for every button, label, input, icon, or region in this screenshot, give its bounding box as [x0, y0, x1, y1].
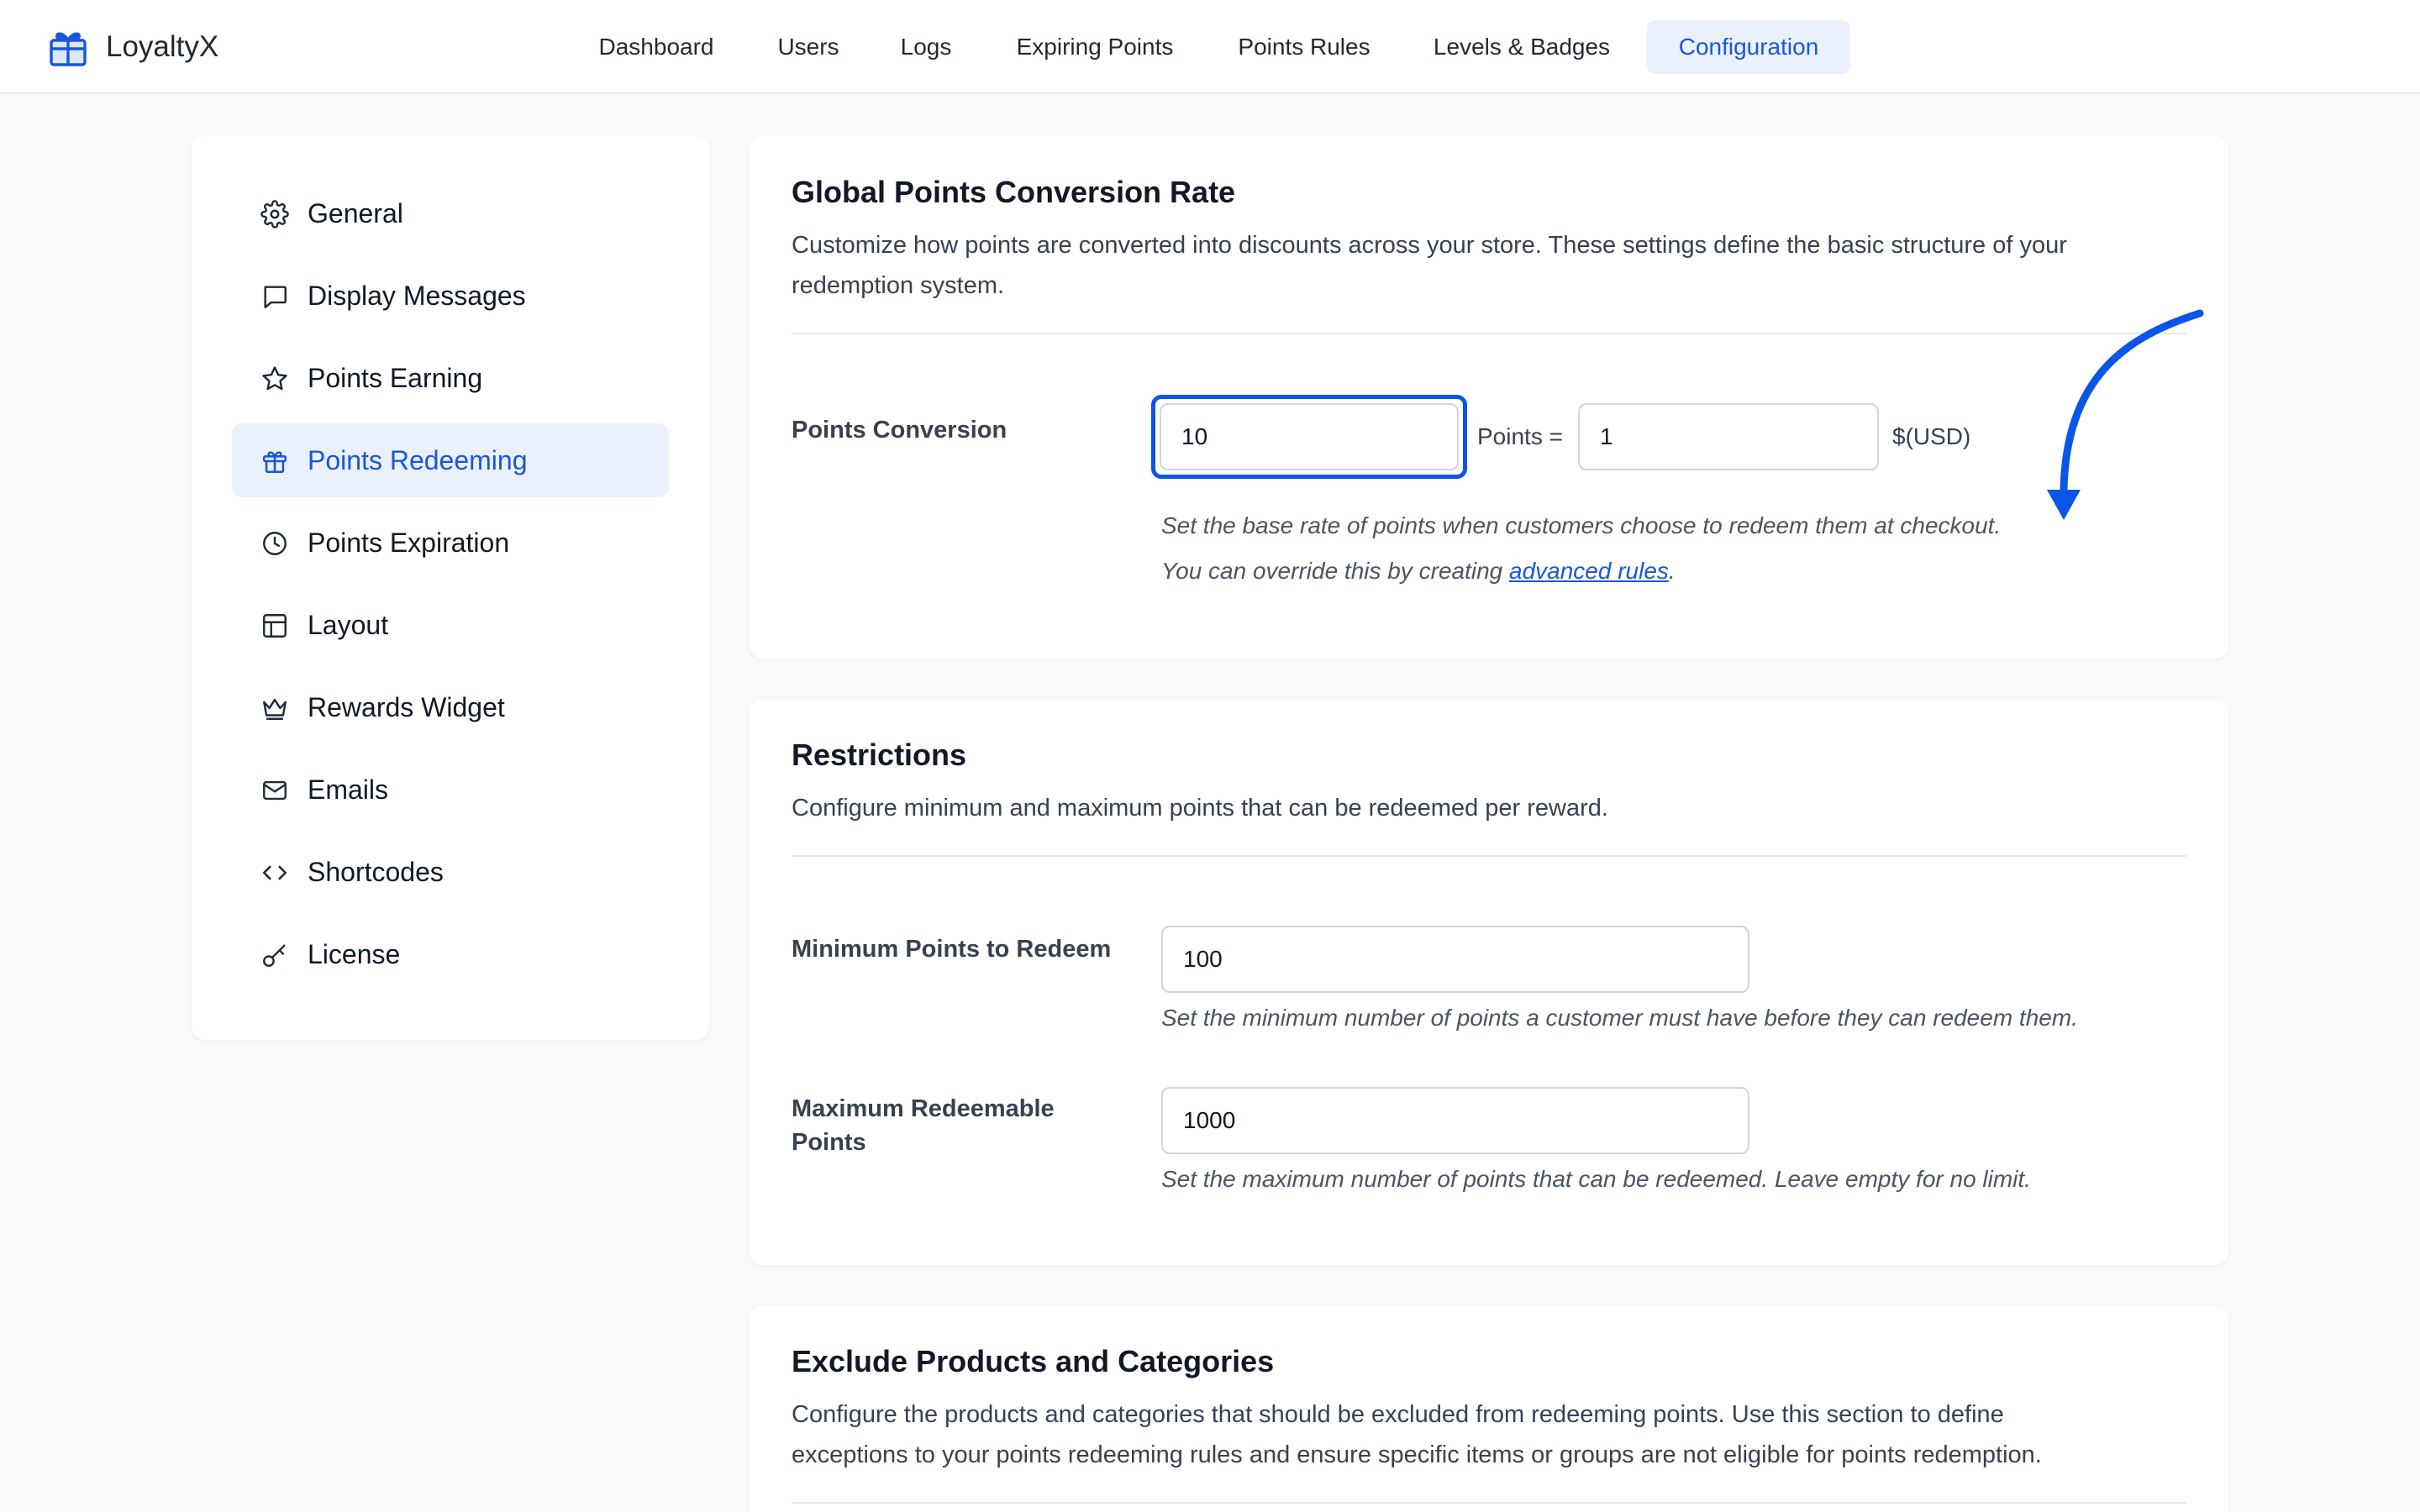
conversion-help-text: Set the base rate of points when custome…	[1161, 512, 2002, 538]
sidebar-item-label: Rewards Widget	[308, 691, 505, 722]
conversion-rate-card: Global Points Conversion Rate Customize …	[750, 136, 2228, 659]
nav-logs[interactable]: Logs	[886, 20, 966, 74]
sidebar-item-license[interactable]: License	[232, 917, 669, 991]
divider	[792, 855, 2186, 857]
card-description: Configure the products and categories th…	[792, 1401, 2042, 1468]
gift-icon	[260, 447, 289, 475]
layout-icon	[260, 612, 289, 640]
min-points-help: Set the minimum number of points a custo…	[1161, 1005, 2078, 1031]
sidebar-item-points-redeeming[interactable]: Points Redeeming	[232, 423, 669, 497]
max-points-input[interactable]	[1161, 1087, 1749, 1154]
divider	[792, 333, 2186, 334]
currency-amount-input[interactable]	[1578, 403, 1879, 470]
clock-icon	[260, 529, 289, 558]
divider	[792, 1502, 2186, 1504]
advanced-rules-link[interactable]: advanced rules	[1509, 558, 1669, 584]
sidebar-item-label: Points Expiration	[308, 527, 510, 558]
min-points-label: Minimum Points to Redeem	[792, 936, 1112, 963]
restrictions-card: Restrictions Configure minimum and maxim…	[750, 699, 2228, 1265]
settings-sidebar: General Display Messages Points Earning	[192, 136, 709, 1040]
sidebar-item-label: Points Earning	[308, 362, 483, 393]
sidebar-item-layout[interactable]: Layout	[232, 588, 669, 662]
sidebar-item-points-earning[interactable]: Points Earning	[232, 341, 669, 415]
exclude-card: Exclude Products and Categories Configur…	[750, 1305, 2228, 1512]
nav-expiring-points[interactable]: Expiring Points	[997, 20, 1193, 74]
sidebar-item-general[interactable]: General	[232, 176, 669, 250]
nav-points-rules[interactable]: Points Rules	[1223, 20, 1385, 74]
conversion-override-text: You can override this by creating advanc…	[1161, 558, 1676, 584]
main-nav: Dashboard Users Logs Expiring Points Poi…	[0, 20, 2420, 74]
code-icon	[260, 858, 289, 887]
sidebar-item-shortcodes[interactable]: Shortcodes	[232, 835, 669, 909]
nav-configuration[interactable]: Configuration	[1647, 20, 1850, 74]
sidebar-item-label: Emails	[308, 774, 389, 805]
nav-levels-badges[interactable]: Levels & Badges	[1415, 20, 1628, 74]
gear-icon	[260, 200, 289, 228]
key-icon	[260, 941, 289, 969]
card-title: Restrictions	[792, 738, 967, 772]
sidebar-item-label: General	[308, 197, 403, 228]
crown-icon	[260, 694, 289, 722]
nav-users[interactable]: Users	[760, 20, 857, 74]
card-description: Customize how points are converted into …	[792, 232, 2067, 299]
min-points-input[interactable]	[1161, 926, 1749, 993]
points-equals-text: Points =	[1477, 423, 1563, 449]
chat-bubble-icon	[260, 282, 289, 311]
sidebar-item-emails[interactable]: Emails	[232, 753, 669, 827]
currency-unit-text: $(USD)	[1892, 423, 1971, 449]
nav-dashboard[interactable]: Dashboard	[581, 20, 731, 74]
sidebar-item-rewards-widget[interactable]: Rewards Widget	[232, 670, 669, 744]
sidebar-item-label: Layout	[308, 609, 389, 640]
card-title: Exclude Products and Categories	[792, 1344, 1275, 1378]
sidebar-item-points-expiration[interactable]: Points Expiration	[232, 506, 669, 580]
sidebar-item-label: Shortcodes	[308, 856, 444, 887]
points-conversion-label: Points Conversion	[792, 417, 1007, 444]
top-navigation-bar: LoyaltyX Dashboard Users Logs Expiring P…	[0, 0, 2420, 94]
sidebar-item-label: Display Messages	[308, 280, 526, 311]
annotation-arrow-icon	[2047, 309, 2204, 520]
max-points-help: Set the maximum number of points that ca…	[1161, 1166, 2031, 1192]
points-amount-input[interactable]	[1160, 403, 1459, 470]
card-description: Configure minimum and maximum points tha…	[792, 795, 1608, 822]
sidebar-item-label: Points Redeeming	[308, 444, 528, 475]
sidebar-item-label: License	[308, 938, 401, 969]
envelope-icon	[260, 776, 289, 805]
max-points-label: Maximum Redeemable Points	[792, 1095, 1055, 1156]
sidebar-item-display-messages[interactable]: Display Messages	[232, 259, 669, 333]
star-icon	[260, 365, 289, 393]
card-title: Global Points Conversion Rate	[792, 175, 1236, 209]
